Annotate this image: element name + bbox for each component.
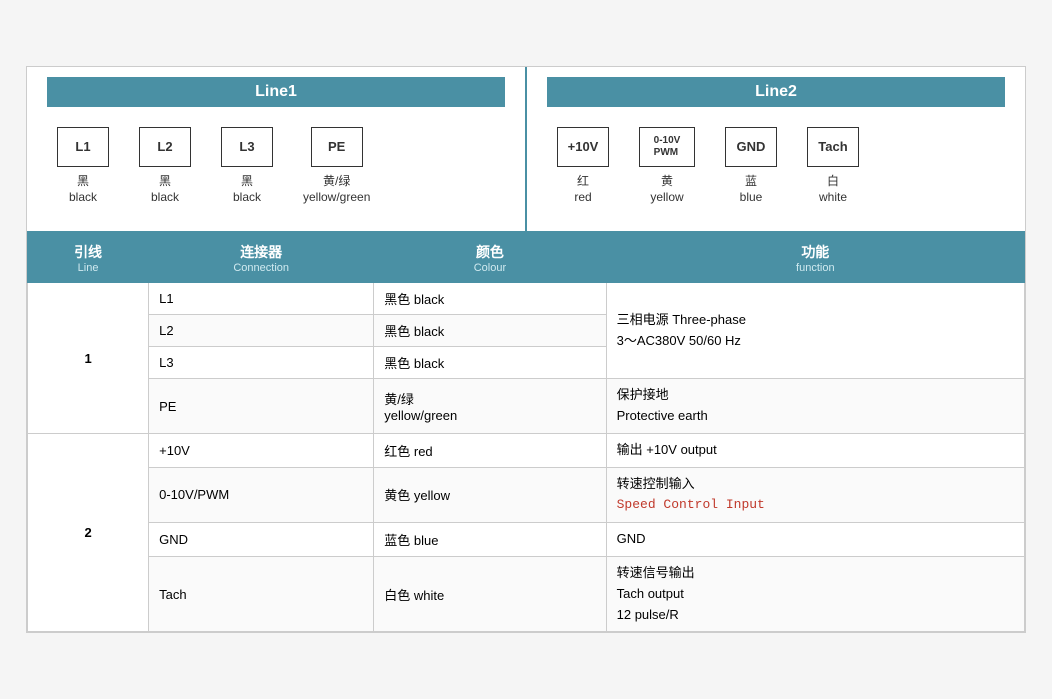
cell-function-123: 三相电源 Three-phase3～AC380V 50/60 Hz bbox=[606, 283, 1024, 379]
connector-label-gnd: 蓝blue bbox=[740, 173, 763, 207]
connector-label-PE: 黄/绿yellow/green bbox=[303, 173, 370, 207]
connector-label-L1: 黑black bbox=[69, 173, 97, 207]
connector-L3: L3 黑black bbox=[221, 127, 273, 207]
cell-colour-L3: 黑色 black bbox=[374, 347, 606, 379]
cell-connection-L2: L2 bbox=[149, 315, 374, 347]
group-label-1: 1 bbox=[28, 283, 149, 434]
cell-connection-L1: L1 bbox=[149, 283, 374, 315]
col-line-zh: 引线 bbox=[38, 242, 138, 262]
connector-box-PE: PE bbox=[311, 127, 363, 167]
col-header-function: 功能 function bbox=[606, 234, 1024, 283]
line1-header: Line1 bbox=[47, 77, 505, 107]
cell-function-gnd: GND bbox=[606, 523, 1024, 557]
cell-connection-L3: L3 bbox=[149, 347, 374, 379]
cell-connection-tach: Tach bbox=[149, 556, 374, 631]
col-header-connection: 连接器 Connection bbox=[149, 234, 374, 283]
diagram-row: Line1 L1 黑black L2 黑black L3 黑black PE 黄… bbox=[27, 67, 1025, 234]
main-container: Line1 L1 黑black L2 黑black L3 黑black PE 黄… bbox=[26, 66, 1026, 634]
connector-box-pwm: 0-10VPWM bbox=[639, 127, 695, 167]
col-line-en: Line bbox=[38, 262, 138, 274]
cell-colour-tach: 白色 white bbox=[374, 556, 606, 631]
connector-box-tach: Tach bbox=[807, 127, 859, 167]
line1-section: Line1 L1 黑black L2 黑black L3 黑black PE 黄… bbox=[27, 67, 527, 232]
connector-pwm: 0-10VPWM 黄yellow bbox=[639, 127, 695, 207]
col-colour-zh: 颜色 bbox=[384, 242, 595, 262]
table-row: 0-10V/PWM 黄色 yellow 转速控制输入Speed Control … bbox=[28, 467, 1025, 523]
connector-L1: L1 黑black bbox=[57, 127, 109, 207]
cell-colour-PE: 黄/绿yellow/green bbox=[374, 379, 606, 434]
connector-label-pwm: 黄yellow bbox=[650, 173, 683, 207]
cell-colour-L2: 黑色 black bbox=[374, 315, 606, 347]
connector-PE: PE 黄/绿yellow/green bbox=[303, 127, 370, 207]
connector-label-10v: 红red bbox=[574, 173, 591, 207]
col-colour-en: Colour bbox=[384, 262, 595, 274]
cell-function-pwm: 转速控制输入Speed Control Input bbox=[606, 467, 1024, 523]
table-row: GND 蓝色 blue GND bbox=[28, 523, 1025, 557]
connector-label-L3: 黑black bbox=[233, 173, 261, 207]
table-row: Tach 白色 white 转速信号输出Tach output12 pulse/… bbox=[28, 556, 1025, 631]
cell-connection-PE: PE bbox=[149, 379, 374, 434]
main-table: 引线 Line 连接器 Connection 颜色 Colour 功能 func… bbox=[27, 233, 1025, 632]
connector-label-L2: 黑black bbox=[151, 173, 179, 207]
connector-10v: +10V 红red bbox=[557, 127, 609, 207]
col-function-zh: 功能 bbox=[617, 242, 1014, 262]
cell-connection-10v: +10V bbox=[149, 433, 374, 467]
cell-function-tach: 转速信号输出Tach output12 pulse/R bbox=[606, 556, 1024, 631]
table-header-row: 引线 Line 连接器 Connection 颜色 Colour 功能 func… bbox=[28, 234, 1025, 283]
line1-connectors: L1 黑black L2 黑black L3 黑black PE 黄/绿yell… bbox=[47, 122, 505, 212]
connector-box-10v: +10V bbox=[557, 127, 609, 167]
connector-gnd: GND 蓝blue bbox=[725, 127, 777, 207]
col-header-line: 引线 Line bbox=[28, 234, 149, 283]
cell-colour-10v: 红色 red bbox=[374, 433, 606, 467]
connector-L2: L2 黑black bbox=[139, 127, 191, 207]
col-connection-zh: 连接器 bbox=[159, 242, 363, 262]
table-row: 2 +10V 红色 red 输出 +10V output bbox=[28, 433, 1025, 467]
cell-connection-pwm: 0-10V/PWM bbox=[149, 467, 374, 523]
cell-function-10v: 输出 +10V output bbox=[606, 433, 1024, 467]
line2-connectors: +10V 红red 0-10VPWM 黄yellow GND 蓝blue Tac… bbox=[547, 122, 1005, 212]
cell-connection-gnd: GND bbox=[149, 523, 374, 557]
connector-box-L2: L2 bbox=[139, 127, 191, 167]
connector-tach: Tach 白white bbox=[807, 127, 859, 207]
cell-colour-L1: 黑色 black bbox=[374, 283, 606, 315]
col-connection-en: Connection bbox=[159, 262, 363, 274]
cell-function-PE: 保护接地Protective earth bbox=[606, 379, 1024, 434]
connector-label-tach: 白white bbox=[819, 173, 847, 207]
col-header-colour: 颜色 Colour bbox=[374, 234, 606, 283]
group-label-2: 2 bbox=[28, 433, 149, 632]
speed-control-mono: Speed Control Input bbox=[617, 497, 765, 512]
table-row: PE 黄/绿yellow/green 保护接地Protective earth bbox=[28, 379, 1025, 434]
line2-header: Line2 bbox=[547, 77, 1005, 107]
col-function-en: function bbox=[617, 262, 1014, 274]
line2-section: Line2 +10V 红red 0-10VPWM 黄yellow GND 蓝bl… bbox=[527, 67, 1025, 232]
cell-colour-pwm: 黄色 yellow bbox=[374, 467, 606, 523]
connector-box-gnd: GND bbox=[725, 127, 777, 167]
cell-colour-gnd: 蓝色 blue bbox=[374, 523, 606, 557]
table-row: 1 L1 黑色 black 三相电源 Three-phase3～AC380V 5… bbox=[28, 283, 1025, 315]
connector-box-L3: L3 bbox=[221, 127, 273, 167]
connector-box-L1: L1 bbox=[57, 127, 109, 167]
